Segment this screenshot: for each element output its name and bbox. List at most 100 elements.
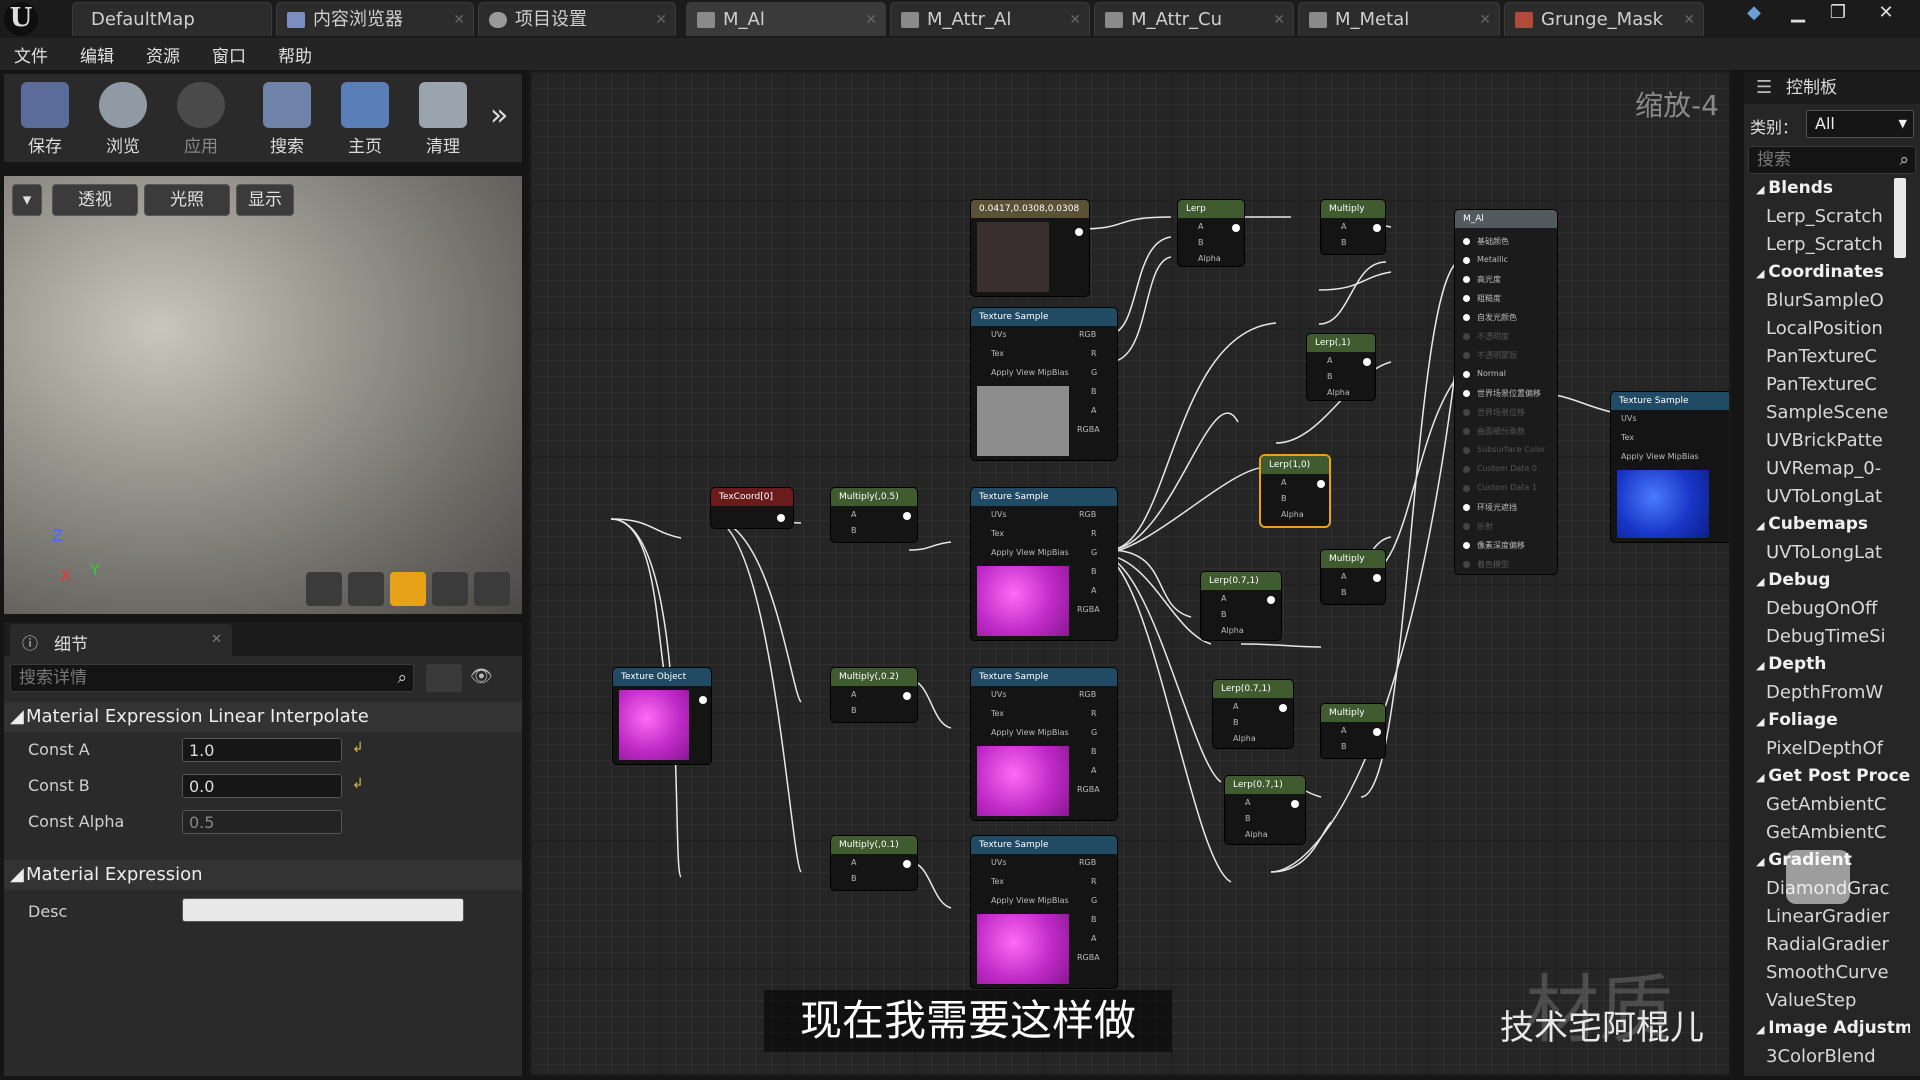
- multiply-02-node[interactable]: Multiply(,0.2) A B: [831, 668, 917, 722]
- output-pin[interactable]: [777, 514, 785, 522]
- palette-item[interactable]: 3ColorBlend: [1766, 1046, 1876, 1067]
- toolbar-overflow-icon[interactable]: »: [490, 98, 508, 133]
- texture-sample-node[interactable]: Texture Sample UVs Tex Apply View MipBia…: [971, 836, 1117, 988]
- preview-mesh-icon[interactable]: [474, 572, 510, 606]
- output-pin[interactable]: [1279, 704, 1287, 712]
- palette-category[interactable]: ◢ Get Post Proces: [1756, 766, 1910, 786]
- search-button[interactable]: 搜索: [250, 78, 324, 160]
- close-icon[interactable]: ✕: [1069, 3, 1081, 36]
- menu-asset[interactable]: 资源: [146, 42, 180, 67]
- material-input-pin[interactable]: [1463, 276, 1470, 283]
- palette-category[interactable]: ◢ Blends: [1756, 178, 1833, 198]
- output-pin[interactable]: [1232, 224, 1240, 232]
- perspective-button[interactable]: 透视: [52, 184, 138, 216]
- material-input-pin[interactable]: [1463, 504, 1470, 511]
- maximize-button[interactable]: ❐: [1824, 2, 1852, 24]
- unreal-logo-icon[interactable]: U: [4, 2, 38, 36]
- multiply-node[interactable]: Multiply A B: [1321, 550, 1385, 604]
- material-input-pin[interactable]: [1463, 561, 1470, 568]
- palette-item[interactable]: UVBrickPatte: [1766, 430, 1883, 451]
- output-pin[interactable]: [903, 860, 911, 868]
- lerp-1-0-node[interactable]: Lerp(1,0) A B Alpha: [1261, 456, 1329, 526]
- lighting-button[interactable]: 光照: [144, 184, 230, 216]
- tab-m-attr-cu[interactable]: M_Attr_Cu ✕: [1094, 2, 1294, 36]
- palette-search-input[interactable]: 搜索 ⌕: [1748, 146, 1916, 174]
- lerp-07-1-node[interactable]: Lerp(0.7,1) A B Alpha: [1213, 680, 1293, 748]
- palette-category[interactable]: ◢ Depth: [1756, 654, 1826, 674]
- const-b-input[interactable]: 0.0: [182, 774, 342, 798]
- clean-button[interactable]: 清理: [406, 78, 480, 160]
- texture-sample-node[interactable]: Texture Sample UVs Tex Apply View MipBia…: [971, 308, 1117, 460]
- palette-item[interactable]: LocalPosition: [1766, 318, 1883, 339]
- tab-m-al[interactable]: M_Al ✕: [686, 2, 886, 36]
- palette-item[interactable]: GetAmbientC: [1766, 822, 1886, 843]
- details-search-input[interactable]: 搜索详情 ⌕: [10, 664, 414, 692]
- menu-window[interactable]: 窗口: [212, 42, 246, 67]
- section-material-expression[interactable]: ◢ Material Expression: [4, 860, 522, 890]
- section-linear-interpolate[interactable]: ◢ Material Expression Linear Interpolate: [4, 702, 522, 732]
- material-input-pin[interactable]: [1463, 333, 1470, 340]
- close-window-button[interactable]: ✕: [1872, 2, 1900, 24]
- const-alpha-input[interactable]: 0.5: [182, 810, 342, 834]
- material-graph[interactable]: 缩放-4 0.0417,0.0308,0.0308 Lerp A B Alpha…: [529, 70, 1731, 1076]
- viewport-options-dropdown[interactable]: ▾: [12, 184, 42, 216]
- palette-item[interactable]: UVToLongLat: [1766, 486, 1882, 507]
- output-pin[interactable]: [699, 696, 707, 704]
- close-icon[interactable]: ✕: [453, 3, 465, 36]
- palette-item[interactable]: PanTextureC: [1766, 374, 1877, 395]
- material-input-pin[interactable]: [1463, 485, 1470, 492]
- constant3vector-node[interactable]: 0.0417,0.0308,0.0308: [971, 200, 1089, 296]
- close-icon[interactable]: ✕: [1683, 3, 1695, 36]
- play-icon[interactable]: [1786, 850, 1850, 904]
- material-input-pin[interactable]: [1463, 428, 1470, 435]
- tab-project-settings[interactable]: 项目设置 ✕: [478, 2, 676, 36]
- multiply-node[interactable]: Multiply A B: [1321, 704, 1385, 758]
- palette-tab[interactable]: ☰ 控制板: [1744, 72, 1920, 104]
- tab-grunge-mask[interactable]: Grunge_Mask ✕: [1504, 2, 1704, 36]
- palette-item[interactable]: BlurSampleO: [1766, 290, 1884, 311]
- preview-viewport[interactable]: ▾ 透视 光照 显示 Z X Y: [4, 176, 522, 614]
- preview-cylinder-icon[interactable]: [306, 572, 342, 606]
- palette-item[interactable]: DepthFromW: [1766, 682, 1883, 703]
- material-input-pin[interactable]: [1463, 314, 1470, 321]
- multiply-node[interactable]: Multiply A B: [1321, 200, 1385, 254]
- preview-cube-icon[interactable]: [432, 572, 468, 606]
- output-pin[interactable]: [903, 512, 911, 520]
- output-pin[interactable]: [1373, 728, 1381, 736]
- palette-item[interactable]: LinearGradier: [1766, 906, 1889, 927]
- minimize-button[interactable]: ▁: [1784, 2, 1812, 24]
- output-pin[interactable]: [1267, 596, 1275, 604]
- preview-sphere-icon[interactable]: [348, 572, 384, 606]
- palette-item[interactable]: Lerp_Scratch: [1766, 234, 1883, 255]
- material-input-pin[interactable]: [1463, 409, 1470, 416]
- const-a-input[interactable]: 1.0: [182, 738, 342, 762]
- desc-input[interactable]: [182, 898, 464, 922]
- palette-item[interactable]: PanTextureC: [1766, 346, 1877, 367]
- lerp-node[interactable]: Lerp A B Alpha: [1178, 200, 1244, 266]
- output-pin[interactable]: [1291, 800, 1299, 808]
- palette-item[interactable]: Lerp_Scratch: [1766, 206, 1883, 227]
- close-icon[interactable]: ✕: [865, 3, 877, 36]
- lerp-0-1-node[interactable]: Lerp(,1) A B Alpha: [1307, 334, 1375, 400]
- palette-item[interactable]: RadialGradier: [1766, 934, 1889, 955]
- lerp-07-1-node[interactable]: Lerp(0.7,1) A B Alpha: [1201, 572, 1281, 640]
- reset-arrow-icon[interactable]: ↲: [352, 776, 364, 792]
- close-icon[interactable]: ✕: [655, 3, 667, 36]
- texture-sample-node[interactable]: Texture Sample UVs Tex Apply View MipBia…: [1611, 392, 1729, 542]
- preview-plane-icon[interactable]: [390, 572, 426, 606]
- save-button[interactable]: 保存: [8, 78, 82, 160]
- menu-edit[interactable]: 编辑: [80, 42, 114, 67]
- close-icon[interactable]: ✕: [211, 632, 222, 647]
- palette-item[interactable]: UVRemap_0-: [1766, 458, 1881, 479]
- apply-button[interactable]: 应用: [164, 78, 238, 160]
- reset-arrow-icon[interactable]: ↲: [352, 740, 364, 756]
- tab-defaultmap[interactable]: DefaultMap: [72, 2, 272, 36]
- palette-item[interactable]: UVToLongLat: [1766, 542, 1882, 563]
- tab-m-attr-al[interactable]: M_Attr_Al ✕: [890, 2, 1090, 36]
- show-button[interactable]: 显示: [236, 184, 294, 216]
- texture-sample-node[interactable]: Texture Sample UVs Tex Apply View MipBia…: [971, 668, 1117, 820]
- tab-content-browser[interactable]: 内容浏览器 ✕: [276, 2, 474, 36]
- close-icon[interactable]: ✕: [1479, 3, 1491, 36]
- multiply-01-node[interactable]: Multiply(,0.1) A B: [831, 836, 917, 890]
- material-result-node[interactable]: M_Al 基础颜色 Metallic 高光度 粗糙度 自发光颜色 不透明度 不透明蒙版 Nor…: [1455, 210, 1557, 574]
